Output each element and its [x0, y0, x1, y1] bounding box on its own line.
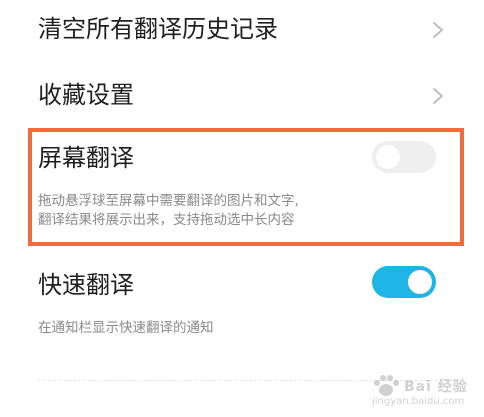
quick-translate-label: 快速翻译: [38, 271, 134, 299]
quick-translate-row: 快速翻译 在通知栏显示快速翻译的通知: [0, 260, 484, 350]
screen-translate-desc-line2: 翻译结果将展示出来，支持拖动选中长内容: [38, 212, 295, 228]
watermark-sub: jingyan.baidu.com: [372, 396, 465, 407]
quick-translate-toggle[interactable]: [372, 266, 436, 298]
paw-logo-icon: [374, 375, 399, 396]
screen-translate-toggle[interactable]: [372, 141, 436, 173]
toggle-knob: [408, 270, 432, 294]
watermark-text: Bai 经验: [404, 379, 468, 395]
chevron-right-icon: [433, 22, 443, 38]
settings-page: 清空所有翻译历史记录 收藏设置 屏幕翻译 拖动悬浮球至屏幕中需要翻译的图片和文字…: [0, 0, 484, 417]
screen-translate-label: 屏幕翻译: [38, 144, 134, 172]
favorites-settings-row[interactable]: 收藏设置: [0, 66, 484, 128]
toggle-knob: [376, 145, 400, 169]
screen-translate-desc-line1: 拖动悬浮球至屏幕中需要翻译的图片和文字,: [38, 193, 299, 209]
favorites-settings-label: 收藏设置: [38, 81, 134, 109]
watermark: Bai 经验 jingyan.baidu.com: [366, 374, 478, 412]
screen-translate-row: 屏幕翻译 拖动悬浮球至屏幕中需要翻译的图片和文字, 翻译结果将展示出来，支持拖动…: [0, 132, 484, 240]
clear-history-row[interactable]: 清空所有翻译历史记录: [0, 0, 484, 62]
quick-translate-desc: 在通知栏显示快速翻译的通知: [38, 320, 214, 336]
clear-history-label: 清空所有翻译历史记录: [38, 15, 278, 43]
chevron-right-icon: [433, 88, 443, 104]
